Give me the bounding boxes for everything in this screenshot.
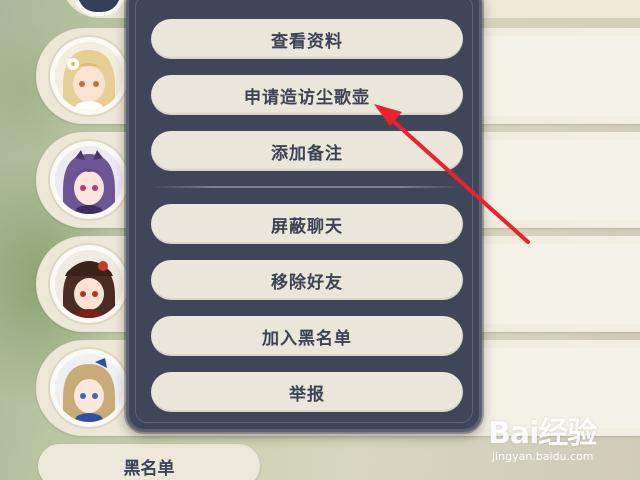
friend-row-detail bbox=[476, 36, 640, 116]
watermark-logo: Bai经验 bbox=[488, 416, 597, 451]
watermark: Bai经验 jingyan.baidu.com bbox=[488, 408, 638, 476]
friend-context-menu: 查看资料 申请造访尘歌壶 添加备注 屏蔽聊天 移除好友 加入黑名单 举报 bbox=[126, 0, 482, 432]
avatar bbox=[55, 250, 123, 318]
avatar-frame bbox=[50, 245, 128, 323]
view-profile-button[interactable]: 查看资料 bbox=[151, 19, 463, 59]
add-to-blacklist-button[interactable]: 加入黑名单 bbox=[151, 316, 463, 356]
avatar bbox=[55, 354, 123, 422]
remove-friend-button[interactable]: 移除好友 bbox=[151, 260, 463, 300]
avatar bbox=[74, 0, 124, 16]
avatar bbox=[55, 42, 123, 110]
friend-row-detail bbox=[476, 244, 640, 324]
avatar-frame bbox=[50, 141, 128, 219]
visit-serenitea-pot-button[interactable]: 申请造访尘歌壶 bbox=[151, 75, 463, 115]
menu-divider bbox=[151, 186, 463, 188]
avatar-frame bbox=[50, 349, 128, 427]
watermark-url: jingyan.baidu.com bbox=[492, 450, 594, 463]
avatar-frame bbox=[50, 37, 128, 115]
avatar bbox=[55, 146, 123, 214]
friend-row-detail bbox=[476, 140, 640, 220]
report-button[interactable]: 举报 bbox=[151, 372, 463, 412]
add-remark-button[interactable]: 添加备注 bbox=[151, 131, 463, 171]
block-chat-button[interactable]: 屏蔽聊天 bbox=[151, 204, 463, 244]
blacklist-tab[interactable]: 黑名单 bbox=[38, 444, 260, 480]
